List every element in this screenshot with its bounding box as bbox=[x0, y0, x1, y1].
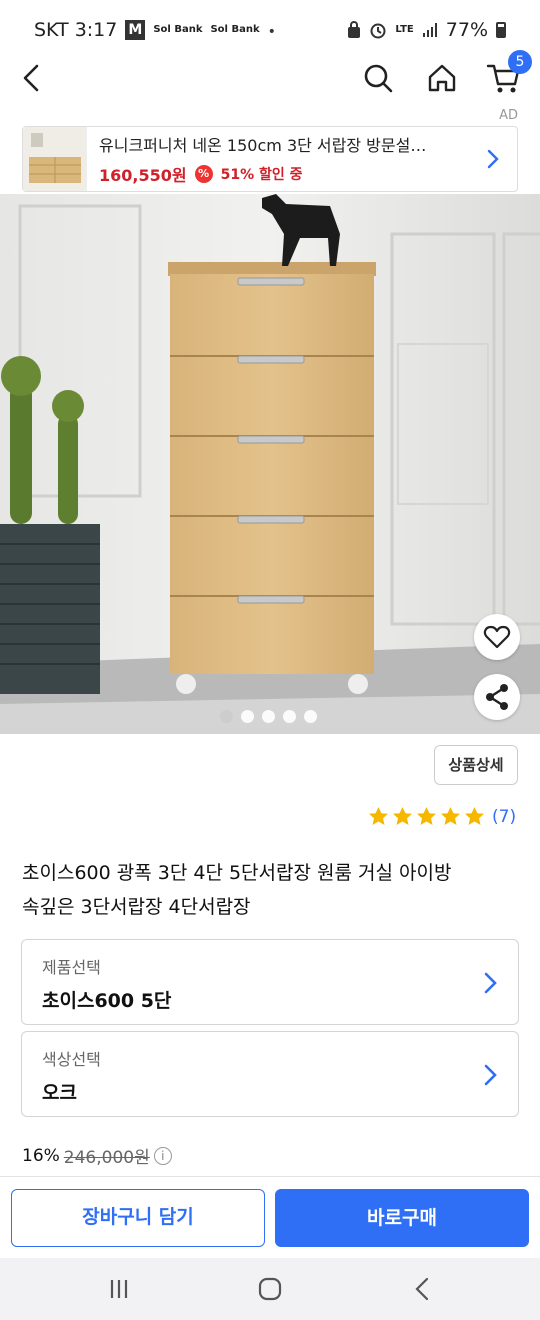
home-icon[interactable] bbox=[422, 58, 462, 98]
ad-label: AD bbox=[499, 108, 518, 123]
bottom-action-bar: 장바구니 담기 바로구매 bbox=[0, 1176, 540, 1258]
original-price: 246,000원 bbox=[63, 1148, 150, 1168]
share-icon bbox=[486, 684, 508, 710]
lock-app-icon bbox=[348, 21, 361, 38]
add-to-cart-button[interactable]: 장바구니 담기 bbox=[11, 1189, 265, 1247]
chevron-right-icon bbox=[484, 1064, 497, 1086]
carrier-time: SKT 3:17 bbox=[34, 19, 118, 41]
ad-thumbnail-image bbox=[23, 127, 87, 191]
star-icon bbox=[369, 807, 388, 825]
status-left: SKT 3:17 M Sol Bank Sol Bank • bbox=[34, 19, 281, 41]
rating: (7) bbox=[368, 806, 516, 827]
product-title-line-1: 초이스600 광폭 3단 4단 5단서랍장 원룸 거실 아이방 bbox=[22, 862, 452, 884]
ad-price-row: 160,550원 % 51% 할인 중 bbox=[99, 162, 481, 186]
share-button[interactable] bbox=[474, 674, 520, 720]
product-detail-button[interactable]: 상품상세 bbox=[434, 745, 518, 785]
chevron-right-icon bbox=[487, 149, 499, 169]
ad-banner[interactable]: 유니크퍼니처 네온 150cm 3단 서랍장 방문설… 160,550원 % 5… bbox=[22, 126, 518, 192]
battery-icon bbox=[496, 22, 506, 38]
top-app-bar bbox=[0, 52, 540, 104]
color-option-label: 색상선택 bbox=[42, 1050, 101, 1069]
star-icon bbox=[393, 807, 412, 825]
back-nav-icon[interactable] bbox=[408, 1274, 438, 1304]
info-icon[interactable]: i bbox=[153, 1146, 172, 1165]
review-count-link[interactable]: (7) bbox=[492, 807, 516, 827]
star-icon bbox=[417, 807, 436, 825]
cart-count-badge: 5 bbox=[508, 50, 532, 74]
recent-apps-icon[interactable] bbox=[104, 1274, 134, 1304]
favorite-button[interactable] bbox=[474, 614, 520, 660]
gallery-dot[interactable] bbox=[262, 710, 275, 723]
more-notifications-dot: • bbox=[267, 23, 281, 40]
heart-icon bbox=[483, 625, 511, 649]
battery-percent: 77% bbox=[445, 19, 488, 41]
gallery-dot[interactable] bbox=[241, 710, 254, 723]
gallery-dot[interactable] bbox=[304, 710, 317, 723]
back-arrow-icon[interactable] bbox=[12, 58, 52, 98]
status-bar: SKT 3:17 M Sol Bank Sol Bank • LTE 77% bbox=[0, 0, 540, 60]
bank-app-icon: Sol Bank bbox=[153, 24, 203, 35]
ad-title: 유니크퍼니처 네온 150cm 3단 서랍장 방문설… bbox=[99, 136, 427, 155]
alarm-icon bbox=[370, 23, 386, 39]
network-type-label: LTE bbox=[395, 24, 414, 35]
product-title: 초이스600 광폭 3단 4단 5단서랍장 원룸 거실 아이방 속깊은 3단서랍… bbox=[22, 856, 522, 924]
mail-notification-icon: M bbox=[125, 20, 146, 40]
product-option-value: 초이스600 5단 bbox=[42, 990, 172, 1012]
product-option-select[interactable]: 제품선택 초이스600 5단 bbox=[21, 939, 519, 1025]
chevron-right-icon bbox=[484, 972, 497, 994]
buy-now-button[interactable]: 바로구매 bbox=[275, 1189, 529, 1247]
gallery-dot[interactable] bbox=[220, 710, 233, 723]
bank-app-icon-2: Sol Bank bbox=[210, 24, 260, 35]
system-navigation-bar bbox=[0, 1258, 540, 1320]
discount-percent-icon: % bbox=[194, 165, 213, 183]
star-icon bbox=[441, 807, 460, 825]
price-line: 16% 246,000원 i bbox=[22, 1143, 172, 1168]
star-icon bbox=[465, 807, 484, 825]
product-title-line-2: 속깊은 3단서랍장 4단서랍장 bbox=[22, 896, 251, 918]
gallery-pagination bbox=[220, 710, 317, 723]
signal-icon bbox=[422, 23, 437, 37]
color-option-select[interactable]: 색상선택 오크 bbox=[21, 1031, 519, 1117]
product-option-label: 제품선택 bbox=[42, 958, 101, 977]
product-image-gallery[interactable] bbox=[0, 194, 540, 734]
ad-discount: 51% 할인 중 bbox=[220, 167, 303, 183]
ad-price: 160,550원 bbox=[99, 166, 187, 185]
color-option-value: 오크 bbox=[42, 1082, 77, 1104]
gallery-dot[interactable] bbox=[283, 710, 296, 723]
ad-text: 유니크퍼니처 네온 150cm 3단 서랍장 방문설… 160,550원 % 5… bbox=[87, 132, 481, 186]
status-right: LTE 77% bbox=[347, 19, 506, 41]
product-image bbox=[0, 194, 540, 734]
discount-rate: 16% bbox=[22, 1145, 60, 1166]
search-icon[interactable] bbox=[358, 58, 398, 98]
home-nav-icon[interactable] bbox=[255, 1274, 285, 1304]
